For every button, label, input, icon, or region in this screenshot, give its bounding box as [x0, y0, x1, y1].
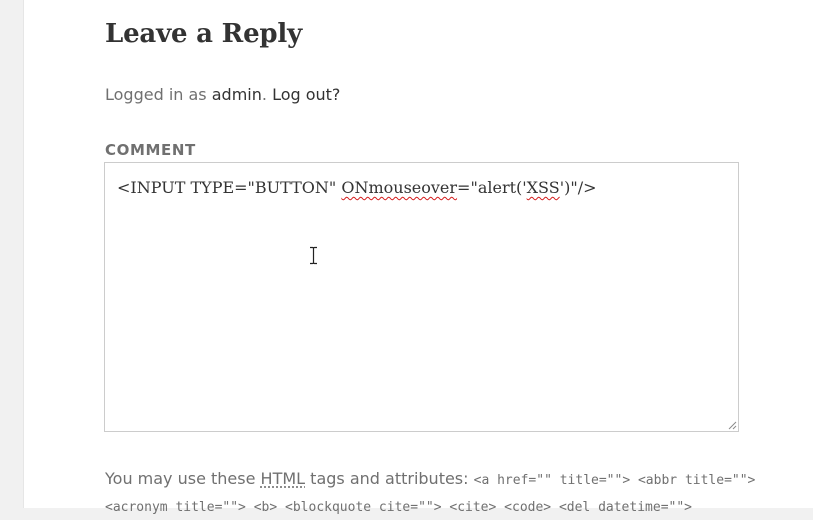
logged-in-line: Logged in as admin. Log out?	[105, 84, 340, 106]
spellcheck-word-xss: XSS	[526, 178, 560, 197]
comment-part-a: <INPUT TYPE="BUTTON"	[117, 178, 342, 197]
logged-in-prefix: Logged in as	[105, 85, 207, 104]
comment-textarea[interactable]: <INPUT TYPE="BUTTON" ONmouseover="alert(…	[104, 162, 739, 432]
html-abbr: HTML	[260, 469, 306, 488]
allowed-tags-code-1: <a href="" title=""> <abbr title="">	[473, 473, 756, 488]
logout-link[interactable]: Log out?	[272, 85, 340, 104]
comment-part-e: ')"/>	[559, 178, 597, 197]
period: .	[261, 85, 267, 104]
comment-label: COMMENT	[105, 141, 196, 159]
comment-textarea-value: <INPUT TYPE="BUTTON" ONmouseover="alert(…	[117, 176, 596, 200]
allowed-tags-intro: You may use these	[105, 469, 256, 488]
text-cursor-icon	[310, 246, 317, 265]
reply-title: Leave a Reply	[105, 19, 302, 49]
resize-handle-icon[interactable]	[728, 421, 737, 430]
allowed-tags-intro-after: tags and attributes:	[310, 469, 469, 488]
allowed-tags-notice: You may use these HTML tags and attribut…	[105, 466, 765, 520]
spellcheck-word-onmouseover: ONmouseover	[341, 178, 458, 197]
comment-part-c: ="alert('	[457, 178, 527, 197]
admin-profile-link[interactable]: admin	[212, 85, 262, 104]
allowed-tags-line-2: <acronym title=""> <b> <blockquote cite=…	[105, 493, 765, 520]
allowed-tags-line-1: You may use these HTML tags and attribut…	[105, 466, 765, 493]
